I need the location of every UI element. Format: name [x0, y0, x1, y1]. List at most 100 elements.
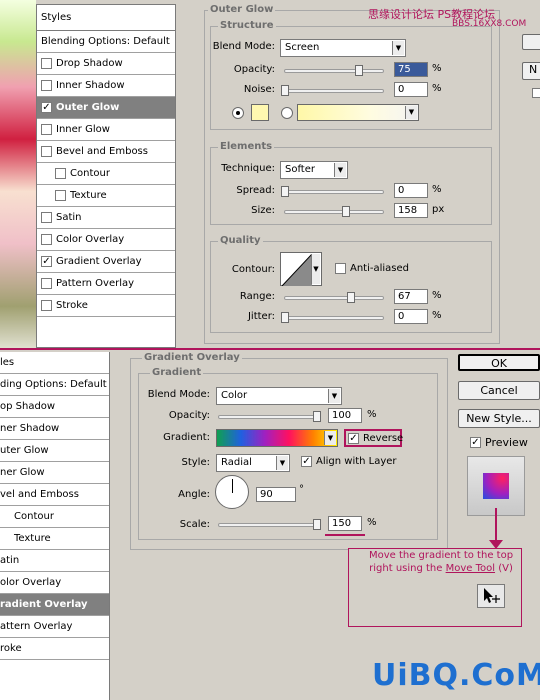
style-list-item[interactable]: ding Options: Default	[0, 374, 109, 396]
preview-check[interactable]: ✓	[470, 437, 481, 448]
style-list-label: Inner Glow	[56, 124, 110, 135]
gradient-picker[interactable]: ▼	[216, 429, 338, 447]
style-checkbox[interactable]	[41, 278, 52, 289]
anti-aliased-checkbox[interactable]: Anti-aliased	[335, 263, 409, 274]
preview-checkbox[interactable]: ✓ Preview	[470, 436, 528, 449]
style-list-item[interactable]: uter Glow	[0, 440, 109, 462]
scale-slider[interactable]	[218, 519, 321, 530]
angle-field[interactable]: 90	[256, 487, 296, 502]
align-check[interactable]: ✓	[301, 456, 312, 467]
jitter-slider[interactable]	[281, 312, 384, 323]
style-checkbox[interactable]	[41, 234, 52, 245]
scale-slider-thumb[interactable]	[313, 519, 321, 530]
style-select[interactable]: Radial ▼	[216, 454, 290, 472]
noise-label: Noise:	[243, 84, 275, 95]
spread-slider-thumb[interactable]	[281, 186, 289, 197]
style-checkbox[interactable]	[55, 168, 66, 179]
range-field[interactable]: 67	[394, 289, 428, 304]
opacity-field[interactable]: 100	[328, 408, 362, 423]
chevron-down-icon: ▼	[328, 389, 340, 403]
reverse-check[interactable]: ✓	[348, 432, 359, 444]
range-slider[interactable]	[284, 292, 384, 303]
style-list-item[interactable]: Color Overlay	[37, 229, 175, 251]
opacity-slider[interactable]	[218, 411, 321, 422]
style-list-item[interactable]: radient Overlay	[0, 594, 109, 616]
preview-label: Preview	[485, 436, 528, 449]
style-checkbox[interactable]	[41, 212, 52, 223]
blend-mode-select[interactable]: Screen ▼	[280, 39, 406, 57]
size-slider-thumb[interactable]	[341, 206, 350, 217]
solid-color-radio[interactable]	[232, 107, 244, 119]
opacity-field[interactable]: 75	[394, 62, 428, 77]
style-checkbox[interactable]	[41, 124, 52, 135]
style-list-item[interactable]: ner Shadow	[0, 418, 109, 440]
new-style-button[interactable]: New Style...	[458, 409, 540, 428]
style-list-label: roke	[0, 643, 22, 654]
blend-mode-select[interactable]: Color ▼	[216, 387, 342, 405]
contour-picker[interactable]: ▼	[280, 252, 322, 286]
style-list-item[interactable]: Inner Glow	[37, 119, 175, 141]
style-checkbox[interactable]: ✓	[41, 256, 52, 267]
reverse-label: Reverse	[363, 432, 404, 444]
size-slider[interactable]	[284, 206, 384, 217]
glow-gradient-picker[interactable]: ▼	[297, 104, 419, 121]
styles-header[interactable]: Styles	[37, 5, 175, 31]
noise-field[interactable]: 0	[394, 82, 428, 97]
style-list-item[interactable]: attern Overlay	[0, 616, 109, 638]
style-list-item[interactable]: Contour	[0, 506, 109, 528]
percent-sign: %	[367, 517, 377, 528]
size-field[interactable]: 158	[394, 203, 428, 218]
style-list-item[interactable]: atin	[0, 550, 109, 572]
noise-slider[interactable]	[281, 85, 384, 96]
style-list-item[interactable]: Contour	[37, 163, 175, 185]
style-checkbox[interactable]	[41, 146, 52, 157]
style-checkbox[interactable]: ✓	[41, 102, 52, 113]
style-checkbox[interactable]	[41, 300, 52, 311]
style-list-item[interactable]: vel and Emboss	[0, 484, 109, 506]
top-new-style-button-partial[interactable]: N	[522, 62, 540, 80]
angle-dial[interactable]	[215, 475, 249, 509]
spread-field[interactable]: 0	[394, 183, 428, 198]
cancel-button[interactable]: Cancel	[458, 381, 540, 400]
style-list-item[interactable]: op Shadow	[0, 396, 109, 418]
style-list-item[interactable]: Bevel and Emboss	[37, 141, 175, 163]
opacity-slider-thumb[interactable]	[313, 411, 321, 422]
glow-color-swatch[interactable]	[251, 104, 269, 121]
gradient-radio[interactable]	[281, 107, 293, 119]
reverse-checkbox[interactable]: ✓ Reverse	[344, 429, 404, 447]
style-list-item[interactable]: Texture	[37, 185, 175, 207]
style-list-item[interactable]: ✓ Gradient Overlay	[37, 251, 175, 273]
style-list-item[interactable]: ✓ Outer Glow	[37, 97, 175, 119]
ok-button[interactable]: OK	[458, 354, 540, 371]
style-list-item[interactable]: Blending Options: Default	[37, 31, 175, 53]
style-checkbox[interactable]	[41, 80, 52, 91]
range-slider-thumb[interactable]	[346, 292, 355, 303]
top-right-button-partial[interactable]	[522, 34, 540, 50]
jitter-field[interactable]: 0	[394, 309, 428, 324]
technique-select[interactable]: Softer ▼	[280, 161, 348, 179]
move-tool-button[interactable]	[477, 584, 505, 608]
anti-aliased-check[interactable]	[335, 263, 346, 274]
style-checkbox[interactable]	[41, 58, 52, 69]
scale-field[interactable]: 150	[328, 516, 362, 531]
style-checkbox[interactable]	[55, 190, 66, 201]
jitter-slider-thumb[interactable]	[281, 312, 289, 323]
opacity-slider-thumb[interactable]	[354, 65, 363, 76]
quality-title: Quality	[218, 235, 263, 246]
style-list-item[interactable]: les	[0, 352, 109, 374]
style-list-item[interactable]: olor Overlay	[0, 572, 109, 594]
style-list-item[interactable]: Stroke	[37, 295, 175, 317]
style-list-item[interactable]: Texture	[0, 528, 109, 550]
style-list-item[interactable]: Pattern Overlay	[37, 273, 175, 295]
style-list-item[interactable]: Drop Shadow	[37, 53, 175, 75]
opacity-slider[interactable]	[284, 65, 384, 76]
percent-sign: %	[432, 63, 442, 74]
noise-slider-thumb[interactable]	[281, 85, 289, 96]
spread-slider[interactable]	[281, 186, 384, 197]
style-list-item[interactable]: ner Glow	[0, 462, 109, 484]
style-list-item[interactable]: roke	[0, 638, 109, 660]
preview-thumbnail	[467, 456, 525, 516]
style-list-item[interactable]: Satin	[37, 207, 175, 229]
align-with-layer-checkbox[interactable]: ✓ Align with Layer	[301, 456, 397, 467]
style-list-item[interactable]: Inner Shadow	[37, 75, 175, 97]
